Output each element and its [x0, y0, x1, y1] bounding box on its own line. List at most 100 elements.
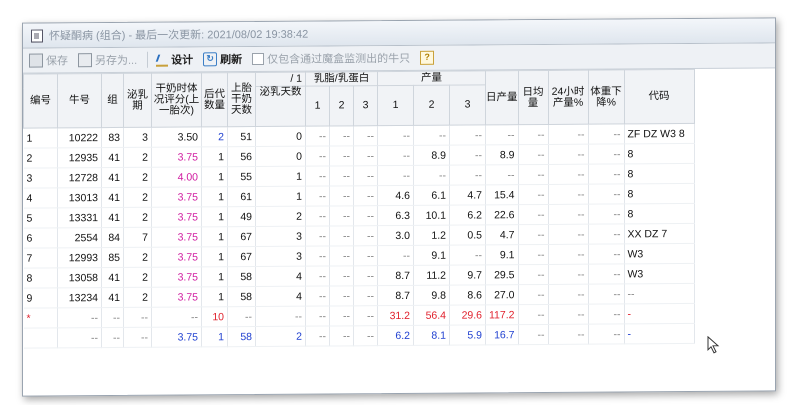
header-ratio-1[interactable]: 1 [305, 85, 330, 127]
cell-code: 8 [624, 143, 694, 164]
header-houdai[interactable]: 后代数量 [201, 72, 228, 127]
filter-checkbox[interactable]: 仅包含通过魔盒监测出的牛只 [252, 50, 410, 67]
cell-off: 10 [201, 306, 228, 327]
cell-day: 16.7 [485, 324, 518, 345]
cell-r3: -- [353, 265, 378, 286]
header-ratio-2[interactable]: 2 [329, 85, 354, 126]
cell-dry: 49 [227, 206, 256, 227]
cell-cow: 13058 [57, 267, 102, 288]
cell-r1: -- [305, 285, 330, 307]
header-yield-1[interactable]: 1 [377, 85, 414, 126]
design-button[interactable]: 设计 [156, 51, 193, 67]
header-h24[interactable]: 24小时产量% [548, 70, 588, 125]
cell-p2: 56.4 [413, 305, 450, 326]
cell-dim: 2 [255, 206, 306, 227]
save-button[interactable]: 保存 [29, 52, 68, 68]
cell-off: 1 [201, 286, 228, 307]
cell-p3: 9.7 [449, 264, 486, 286]
cell-grp: 41 [101, 267, 124, 288]
cell-r2: -- [329, 305, 354, 326]
cell-p3: 6.2 [449, 204, 486, 226]
cell-dim: 3 [255, 246, 306, 267]
cell-p1: 6.2 [377, 325, 414, 346]
cell-day: 9.1 [485, 244, 518, 265]
header-yield-2[interactable]: 2 [413, 85, 450, 126]
cell-day: 22.6 [485, 204, 518, 225]
cell-p1: 6.3 [377, 205, 414, 226]
cell-p3: -- [449, 164, 486, 186]
cell-p1: 8.7 [377, 285, 414, 306]
cell-r1: -- [305, 245, 330, 267]
cell-no: 6 [23, 227, 58, 249]
header-niuhao[interactable]: 牛号 [57, 73, 102, 128]
cell-dry: -- [227, 306, 256, 327]
cell-off: 1 [201, 186, 228, 207]
cell-cow: -- [57, 307, 102, 328]
summary-row[interactable]: -- -- -- 3.75 1 58 2 -- -- -- 6.2 8.1 5.9 16.7 -- -- -- - [23, 323, 694, 349]
cell-no: 9 [23, 287, 58, 309]
cell-dry: 55 [227, 166, 256, 187]
header-zu[interactable]: 组 [101, 73, 124, 128]
cell-wt: -- [588, 223, 624, 245]
mouse-cursor-icon [707, 335, 720, 354]
header-miru-days[interactable]: 泌乳天数 [255, 86, 306, 127]
header-bianhao[interactable]: 编号 [23, 73, 58, 129]
cell-code: -- [624, 283, 694, 304]
cell-avg: -- [518, 264, 548, 285]
save-as-button[interactable]: 另存为... [78, 52, 137, 68]
cell-code: W3 [624, 263, 694, 284]
header-rijun[interactable]: 日均量 [518, 70, 548, 125]
header-yield-3[interactable]: 3 [449, 84, 486, 126]
cell-r2: -- [329, 265, 354, 286]
cell-r1: -- [305, 265, 330, 287]
refresh-button[interactable]: ↻ 刷新 [203, 51, 242, 67]
header-ratio-group: 乳脂/乳蛋白 [305, 71, 378, 87]
cell-grp: 85 [101, 247, 124, 268]
cell-code: 8 [624, 163, 694, 184]
cell-p2: 10.1 [413, 205, 450, 226]
header-ganpi[interactable]: 干奶时体况评分(上一胎次) [151, 72, 202, 128]
header-shangtai[interactable]: 上胎干奶天数 [227, 72, 256, 127]
cell-no: 3 [23, 167, 58, 189]
cell-bcs: 4.00 [151, 166, 202, 188]
cell-day: 29.5 [485, 264, 518, 285]
cell-p1: -- [377, 125, 414, 146]
cell-r1: -- [305, 325, 330, 347]
cell-avg: -- [518, 284, 548, 305]
cell-lac: 7 [123, 227, 152, 248]
save-icon [29, 53, 43, 68]
cell-h24: -- [548, 224, 588, 245]
cell-r2: -- [329, 145, 354, 166]
cell-p2: 9.8 [413, 285, 450, 306]
header-richan[interactable]: 日产量 [485, 70, 518, 125]
cell-r2: -- [329, 185, 354, 206]
header-ratio-3[interactable]: 3 [353, 85, 378, 126]
header-tizhong[interactable]: 体重下降% [588, 69, 624, 125]
cell-r1: -- [305, 125, 330, 147]
header-slash: / 1 [255, 72, 306, 87]
cell-p1: 8.7 [377, 265, 414, 286]
cell-bcs: 3.50 [151, 126, 202, 148]
cow-table: 编号 牛号 组 泌乳期 干奶时体况评分(上一胎次) 后代数量 上胎干奶天数 / … [23, 69, 695, 349]
cell-avg: -- [518, 324, 548, 345]
cell-no: 8 [23, 267, 58, 289]
cell-off: 2 [201, 126, 228, 147]
cell-cow: -- [57, 327, 102, 348]
cell-day: 15.4 [485, 184, 518, 205]
cell-h24: -- [548, 164, 588, 185]
cell-p3: -- [449, 124, 486, 146]
cell-avg: -- [518, 224, 548, 245]
cell-h24: -- [548, 144, 588, 165]
cell-cow: 13234 [57, 287, 102, 308]
header-daima[interactable]: 代码 [624, 69, 694, 124]
cell-grp: 41 [101, 207, 124, 228]
cell-h24: -- [548, 304, 588, 325]
cell-code: - [624, 323, 694, 344]
cell-avg: -- [518, 304, 548, 325]
help-button[interactable]: ? [420, 50, 437, 65]
header-miru[interactable]: 泌乳期 [123, 73, 152, 128]
cell-r1: -- [305, 305, 330, 327]
cell-r2: -- [329, 165, 354, 186]
cell-grp: 41 [101, 187, 124, 208]
cell-grp: 83 [101, 127, 124, 148]
